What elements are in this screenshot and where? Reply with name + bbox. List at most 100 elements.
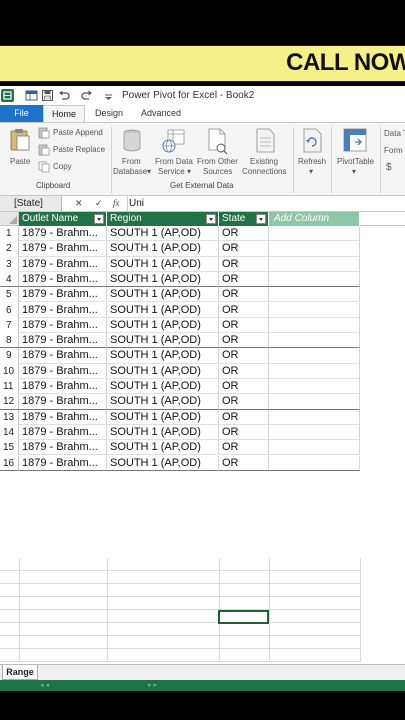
cell-state[interactable]: OR (219, 317, 269, 334)
name-box[interactable]: [State] (0, 196, 62, 211)
cell-region[interactable]: SOUTH 1 (AP,OD) (107, 226, 219, 242)
paste-button[interactable]: Paste (4, 125, 36, 169)
cell-state[interactable]: OR (219, 287, 269, 303)
cell-add-column[interactable] (269, 287, 360, 303)
cell-outlet-name[interactable]: 1879 - Brahm... (19, 317, 107, 334)
save-icon[interactable] (41, 89, 54, 102)
cell-add-column[interactable] (269, 394, 360, 410)
column-header-state[interactable]: State (219, 212, 269, 226)
cell-region[interactable]: SOUTH 1 (AP,OD) (107, 394, 219, 410)
cell-state[interactable]: OR (219, 256, 269, 272)
cell-region[interactable]: SOUTH 1 (AP,OD) (107, 256, 219, 272)
cell-outlet-name[interactable]: 1879 - Brahm... (19, 241, 107, 257)
column-header-region[interactable]: Region (107, 212, 219, 226)
cell-add-column[interactable] (269, 379, 360, 395)
row-number[interactable]: 2 (0, 241, 19, 257)
cell-add-column[interactable] (269, 333, 360, 349)
table-row[interactable]: 6 1879 - Brahm... SOUTH 1 (AP,OD) OR (0, 302, 405, 318)
paste-replace-button[interactable]: Paste Replace (38, 144, 108, 156)
table-row[interactable]: 11 1879 - Brahm... SOUTH 1 (AP,OD) OR (0, 379, 405, 395)
paste-append-button[interactable]: Paste Append (38, 127, 108, 139)
from-other-sources-button[interactable]: From Other Sources (196, 125, 240, 177)
cell-region[interactable]: SOUTH 1 (AP,OD) (107, 317, 219, 334)
cell-state[interactable]: OR (219, 455, 269, 471)
add-column-header[interactable]: Add Column (269, 212, 360, 226)
row-number[interactable]: 13 (0, 409, 19, 425)
cell-region[interactable]: SOUTH 1 (AP,OD) (107, 333, 219, 349)
sheet-row[interactable] (0, 584, 361, 597)
row-number[interactable]: 15 (0, 440, 19, 456)
sheet-row[interactable] (0, 571, 361, 584)
refresh-button[interactable]: Refresh ▾ (295, 125, 329, 177)
sheet-row[interactable] (0, 558, 361, 571)
cell-outlet-name[interactable]: 1879 - Brahm... (19, 256, 107, 272)
undo-icon[interactable] (58, 89, 71, 102)
enter-icon[interactable]: ✓ (95, 196, 103, 211)
table-row[interactable]: 5 1879 - Brahm... SOUTH 1 (AP,OD) OR (0, 287, 405, 303)
format-label[interactable]: Form (384, 146, 403, 156)
cell-add-column[interactable] (269, 455, 360, 471)
redo-icon[interactable] (80, 89, 93, 102)
selected-cell[interactable] (218, 610, 269, 624)
row-number[interactable]: 3 (0, 256, 19, 272)
table-row[interactable]: 8 1879 - Brahm... SOUTH 1 (AP,OD) OR (0, 333, 405, 349)
from-data-service-button[interactable]: From Data Service ▾ (153, 125, 195, 177)
sheet-row[interactable] (0, 623, 361, 636)
row-number[interactable]: 4 (0, 271, 19, 288)
cell-add-column[interactable] (269, 348, 360, 364)
tab-advanced[interactable]: Advanced (134, 105, 188, 122)
cell-add-column[interactable] (269, 256, 360, 272)
table-row[interactable]: 16 1879 - Brahm... SOUTH 1 (AP,OD) OR (0, 455, 405, 471)
pivottable-button[interactable]: PivotTable ▾ (333, 125, 377, 177)
cancel-icon[interactable]: ✕ (75, 196, 83, 211)
cell-state[interactable]: OR (219, 226, 269, 242)
cell-region[interactable]: SOUTH 1 (AP,OD) (107, 409, 219, 425)
sheet-row[interactable] (0, 649, 361, 662)
cell-region[interactable]: SOUTH 1 (AP,OD) (107, 302, 219, 318)
select-all-corner[interactable] (0, 212, 19, 226)
cell-state[interactable]: OR (219, 363, 269, 379)
row-number[interactable]: 6 (0, 302, 19, 318)
status-record-last-icon[interactable]: ▸ ▸ (148, 680, 157, 691)
cell-outlet-name[interactable]: 1879 - Brahm... (19, 455, 107, 471)
cell-outlet-name[interactable]: 1879 - Brahm... (19, 348, 107, 364)
cell-outlet-name[interactable]: 1879 - Brahm... (19, 379, 107, 395)
cell-outlet-name[interactable]: 1879 - Brahm... (19, 302, 107, 318)
cell-state[interactable]: OR (219, 333, 269, 349)
cell-state[interactable]: OR (219, 409, 269, 425)
filter-dropdown-icon[interactable] (94, 214, 104, 224)
copy-button[interactable]: Copy (38, 161, 78, 173)
table-row[interactable]: 9 1879 - Brahm... SOUTH 1 (AP,OD) OR (0, 348, 405, 364)
cell-region[interactable]: SOUTH 1 (AP,OD) (107, 455, 219, 471)
cell-state[interactable]: OR (219, 379, 269, 395)
sheet-tab-range[interactable]: Range (2, 665, 38, 680)
cell-outlet-name[interactable]: 1879 - Brahm... (19, 394, 107, 410)
row-number[interactable]: 10 (0, 363, 19, 379)
cell-region[interactable]: SOUTH 1 (AP,OD) (107, 379, 219, 395)
tab-file[interactable]: File (0, 105, 43, 122)
cell-region[interactable]: SOUTH 1 (AP,OD) (107, 363, 219, 379)
cell-state[interactable]: OR (219, 241, 269, 257)
table-row[interactable]: 7 1879 - Brahm... SOUTH 1 (AP,OD) OR (0, 317, 405, 334)
table-row[interactable]: 1 1879 - Brahm... SOUTH 1 (AP,OD) OR (0, 226, 405, 242)
sheet-row[interactable] (0, 610, 361, 623)
pivot-table-icon[interactable] (25, 89, 38, 102)
data-type-label[interactable]: Data T (384, 129, 405, 139)
cell-state[interactable]: OR (219, 440, 269, 456)
row-number[interactable]: 12 (0, 394, 19, 410)
cell-state[interactable]: OR (219, 394, 269, 410)
cell-outlet-name[interactable]: 1879 - Brahm... (19, 440, 107, 456)
sheet-row[interactable] (0, 597, 361, 610)
customize-qat-icon[interactable] (102, 89, 115, 102)
cell-add-column[interactable] (269, 226, 360, 242)
sheet-row[interactable] (0, 636, 361, 649)
cell-region[interactable]: SOUTH 1 (AP,OD) (107, 241, 219, 257)
column-header-outlet-name[interactable]: Outlet Name (19, 212, 107, 226)
table-row[interactable]: 2 1879 - Brahm... SOUTH 1 (AP,OD) OR (0, 241, 405, 257)
cell-add-column[interactable] (269, 271, 360, 288)
existing-connections-button[interactable]: Existing Connections (240, 125, 290, 177)
cell-add-column[interactable] (269, 409, 360, 425)
cell-add-column[interactable] (269, 317, 360, 334)
table-row[interactable]: 10 1879 - Brahm... SOUTH 1 (AP,OD) OR (0, 363, 405, 379)
cell-add-column[interactable] (269, 424, 360, 441)
